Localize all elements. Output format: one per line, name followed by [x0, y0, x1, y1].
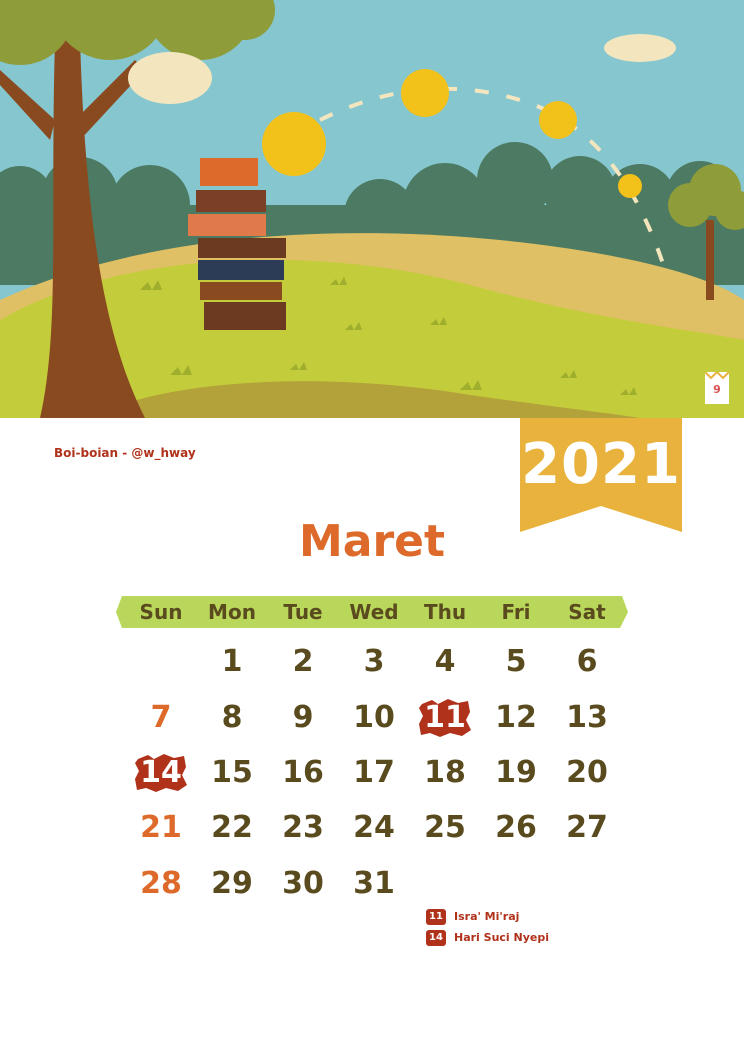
- day-cell[interactable]: 6: [552, 638, 622, 686]
- weekday-wed: Wed: [349, 600, 399, 624]
- weekday-sun: Sun: [139, 600, 183, 624]
- day-cell[interactable]: 4: [410, 638, 480, 686]
- day-cell[interactable]: 10: [339, 694, 409, 742]
- holiday-legend-label: Isra' Mi'raj: [454, 910, 520, 923]
- day-cell[interactable]: 15: [197, 749, 267, 797]
- day-cell[interactable]: 2: [268, 638, 338, 686]
- month-title: Maret: [298, 516, 446, 567]
- day-cell[interactable]: 5: [481, 638, 551, 686]
- day-cell[interactable]: 19: [481, 749, 551, 797]
- year-label: 2021: [521, 432, 681, 497]
- day-cell[interactable]: 24: [339, 804, 409, 852]
- day-cell[interactable]: 25: [410, 804, 480, 852]
- holiday-legend-marker: 14: [426, 930, 446, 946]
- day-cell[interactable]: 18: [410, 749, 480, 797]
- day-cell[interactable]: 29: [197, 860, 267, 908]
- page-number-badge: 9: [705, 372, 729, 404]
- holiday-legend-item: 14 Hari Suci Nyepi: [426, 929, 549, 947]
- day-cell[interactable]: 22: [197, 804, 267, 852]
- weekday-mon: Mon: [208, 600, 256, 624]
- day-cell[interactable]: 8: [197, 694, 267, 742]
- weekday-sat: Sat: [568, 600, 606, 624]
- day-cell[interactable]: 13: [552, 694, 622, 742]
- day-cell[interactable]: 17: [339, 749, 409, 797]
- weekday-fri: Fri: [501, 600, 531, 624]
- page-number: 9: [713, 383, 721, 396]
- day-cell-sunday[interactable]: 28: [126, 860, 196, 908]
- day-cell[interactable]: 31: [339, 860, 409, 908]
- weekday-header: Sun Mon Tue Wed Thu Fri Sat: [116, 594, 628, 630]
- day-cell[interactable]: 12: [481, 694, 551, 742]
- day-cell-sunday[interactable]: 7: [126, 694, 196, 742]
- day-cell-holiday[interactable]: 14: [126, 749, 196, 797]
- day-cell[interactable]: 27: [552, 804, 622, 852]
- day-cell-sunday[interactable]: 21: [126, 804, 196, 852]
- day-cell-holiday[interactable]: 11: [410, 694, 480, 742]
- holiday-legend-item: 11 Isra' Mi'raj: [426, 908, 519, 926]
- day-cell[interactable]: 23: [268, 804, 338, 852]
- weekday-thu: Thu: [423, 600, 467, 624]
- holiday-legend-marker: 11: [426, 909, 446, 925]
- day-cell[interactable]: 1: [197, 638, 267, 686]
- header-illustration: [0, 0, 744, 418]
- credit-text: Boi-boian - @w_hway: [54, 446, 196, 460]
- day-cell[interactable]: 3: [339, 638, 409, 686]
- weekday-tue: Tue: [283, 600, 323, 624]
- day-cell[interactable]: 20: [552, 749, 622, 797]
- day-cell[interactable]: 16: [268, 749, 338, 797]
- day-cell[interactable]: 9: [268, 694, 338, 742]
- year-ribbon: 2021: [520, 418, 682, 532]
- day-cell[interactable]: 30: [268, 860, 338, 908]
- holiday-legend-label: Hari Suci Nyepi: [454, 931, 550, 944]
- day-cell[interactable]: 26: [481, 804, 551, 852]
